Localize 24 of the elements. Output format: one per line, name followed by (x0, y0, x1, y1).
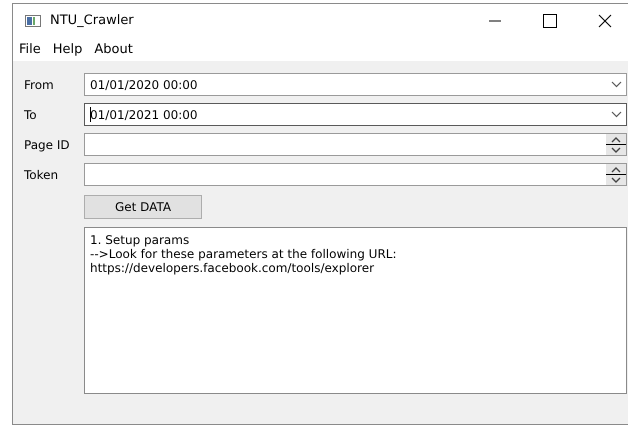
log-text-area[interactable]: 1. Setup params -->Look for these parameters at the following URL: https://developers.facebook.com/tools/explorer (84, 227, 627, 394)
log-line: 1. Setup params (90, 233, 190, 247)
log-line: -->Look for these parameters at the following URL: (90, 247, 398, 261)
app-icon (25, 14, 41, 26)
field-label: To (24, 108, 38, 122)
get-data-button[interactable]: Get DATA (84, 195, 202, 219)
window-title: NTU_Crawler (50, 13, 135, 28)
minimize-icon[interactable] (489, 20, 501, 22)
date-field[interactable]: 01/01/2021 00:00 (84, 103, 627, 126)
menu-item[interactable]: Help (46, 42, 88, 56)
spin-field[interactable] (84, 163, 627, 186)
field-label: Page ID (24, 138, 71, 152)
spin-arrows-icon[interactable] (606, 134, 626, 155)
spin-arrows-icon[interactable] (606, 164, 626, 185)
menu-item[interactable]: About (88, 42, 139, 56)
field-label: Token (24, 168, 60, 182)
date-field[interactable]: 01/01/2020 00:00 (84, 73, 627, 96)
close-icon[interactable] (598, 14, 612, 28)
maximize-icon[interactable] (543, 14, 557, 28)
field-label: From (24, 78, 55, 92)
log-line: https://developers.facebook.com/tools/explorer (90, 261, 376, 275)
text-cursor (90, 107, 91, 122)
spin-field[interactable] (84, 133, 627, 156)
menu-item[interactable]: File (13, 42, 47, 56)
